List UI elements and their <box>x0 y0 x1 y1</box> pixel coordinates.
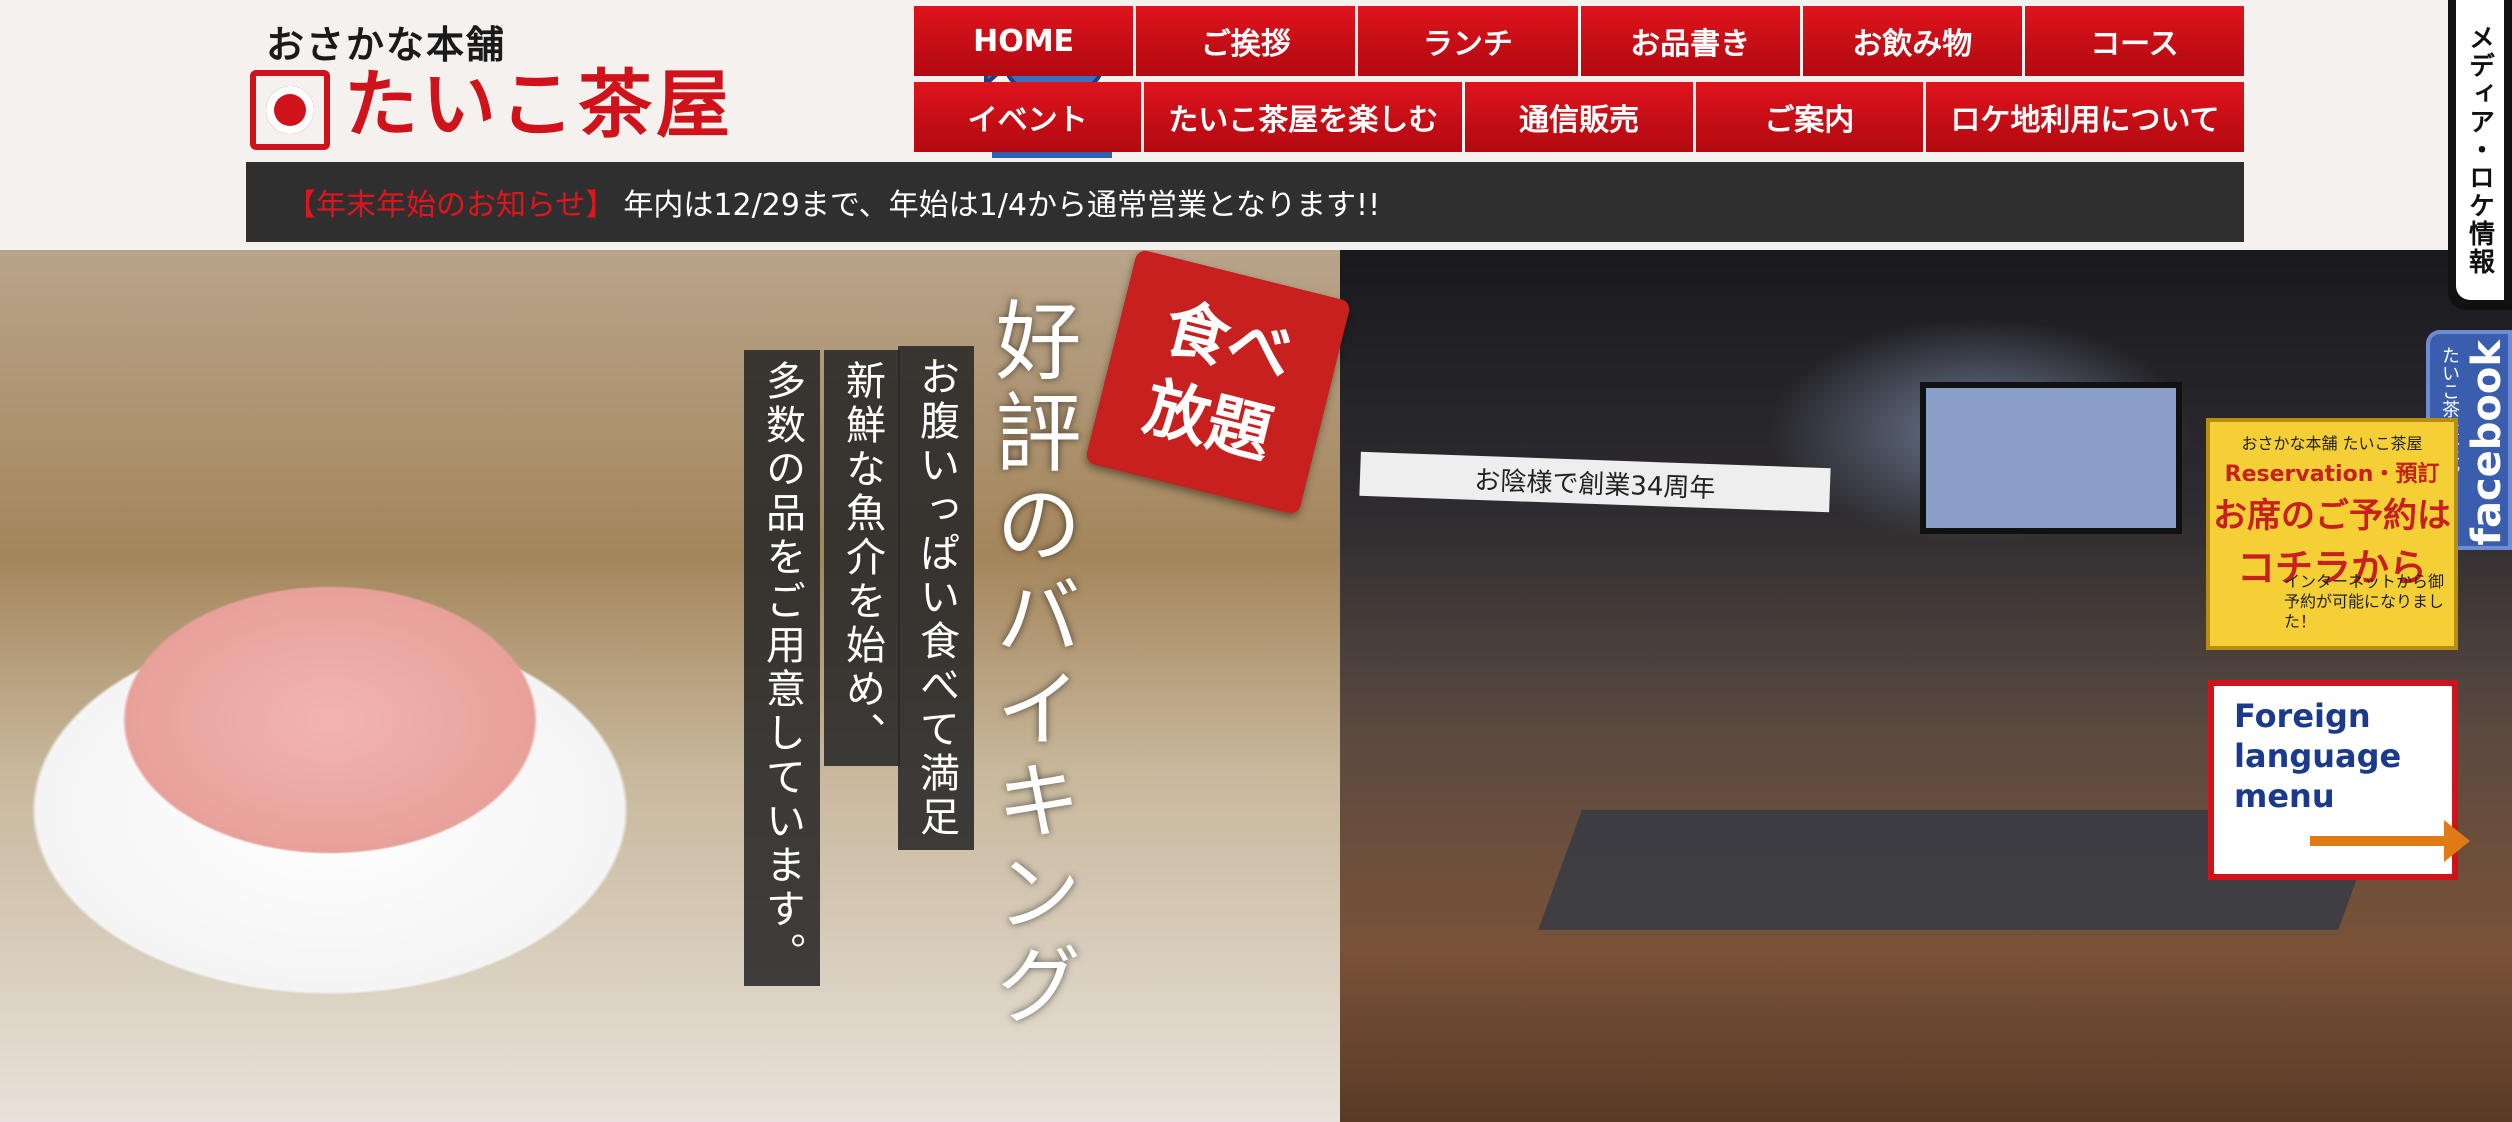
main-navigation: HOME ご挨拶 ランチ お品書き お飲み物 コース イベント たいこ茶屋を楽し… <box>914 6 2245 158</box>
nav-mail-order[interactable]: 通信販売 <box>1465 82 1696 152</box>
reservation-button[interactable]: おさかな本舗 たいこ茶屋 Reservation・預訂 お席のご予約は コチラか… <box>2206 418 2458 650</box>
nav-row-2: イベント たいこ茶屋を楽しむ 通信販売 ご案内 ロケ地利用について <box>914 82 2244 152</box>
reservation-brand: おさかな本舗 たいこ茶屋 <box>2241 434 2423 453</box>
nav-course[interactable]: コース <box>2024 6 2245 76</box>
notice-bar[interactable]: 【年末年始のお知らせ】 年内は12/29まで、年始は1/4から通常営業となります… <box>246 162 2244 242</box>
logo-emblem-icon <box>250 70 330 150</box>
notice-text: 年内は12/29まで、年始は1/4から通常営業となります!! <box>623 188 1381 223</box>
hero-catchphrase: 好評のバイキング <box>980 296 1080 1032</box>
hero-copy-line3: 多数の品をご用意しています。 <box>744 350 820 986</box>
nav-guide[interactable]: ご案内 <box>1695 82 1926 152</box>
nav-home[interactable]: HOME <box>914 6 1137 76</box>
foreign-menu-label: Foreign language menu <box>2234 697 2402 815</box>
hero-copy-line2: 新鮮な魚介を始め、 <box>824 350 900 766</box>
hero-banner: お陰様で創業34周年 お腹いっぱい食べて満足 新鮮な魚介を始め、 多数の品をご用… <box>0 250 2512 1122</box>
reservation-title: Reservation・預訂 <box>2224 462 2440 487</box>
arrow-right-icon <box>2310 820 2470 862</box>
nav-drinks[interactable]: お飲み物 <box>1802 6 2025 76</box>
television <box>1920 382 2182 534</box>
reservation-note: インターネットから御予約が可能になりました！ <box>2284 572 2445 631</box>
nav-enjoy[interactable]: たいこ茶屋を楽しむ <box>1144 82 1466 152</box>
notice-tag: 【年末年始のお知らせ】 <box>286 188 616 223</box>
foreign-language-menu-button[interactable]: Foreign language menu <box>2208 680 2470 880</box>
logo-name: たいこ茶屋 <box>344 62 734 148</box>
nav-menu[interactable]: お品書き <box>1580 6 1803 76</box>
media-info-label: メディア・ロケ情報 <box>2456 0 2504 300</box>
nav-event[interactable]: イベント <box>914 82 1145 152</box>
media-info-tab[interactable]: メディア・ロケ情報 <box>2448 0 2512 310</box>
reservation-line1: お席のご予約は <box>2213 496 2451 536</box>
hero-copy-line1: お腹いっぱい食べて満足 <box>898 346 974 850</box>
nav-lunch[interactable]: ランチ <box>1358 6 1581 76</box>
facebook-label: facebook <box>2464 340 2510 546</box>
nav-greeting[interactable]: ご挨拶 <box>1136 6 1359 76</box>
site-logo[interactable]: おさかな本舗 たいこ茶屋 <box>246 8 1119 158</box>
site-header: おさかな本舗 たいこ茶屋 HOME ご挨拶 ランチ お品書き お飲み物 コース … <box>0 0 2512 250</box>
nav-row-1: HOME ご挨拶 ランチ お品書き お飲み物 コース <box>914 6 2245 76</box>
nav-location-use[interactable]: ロケ地利用について <box>1925 82 2244 152</box>
